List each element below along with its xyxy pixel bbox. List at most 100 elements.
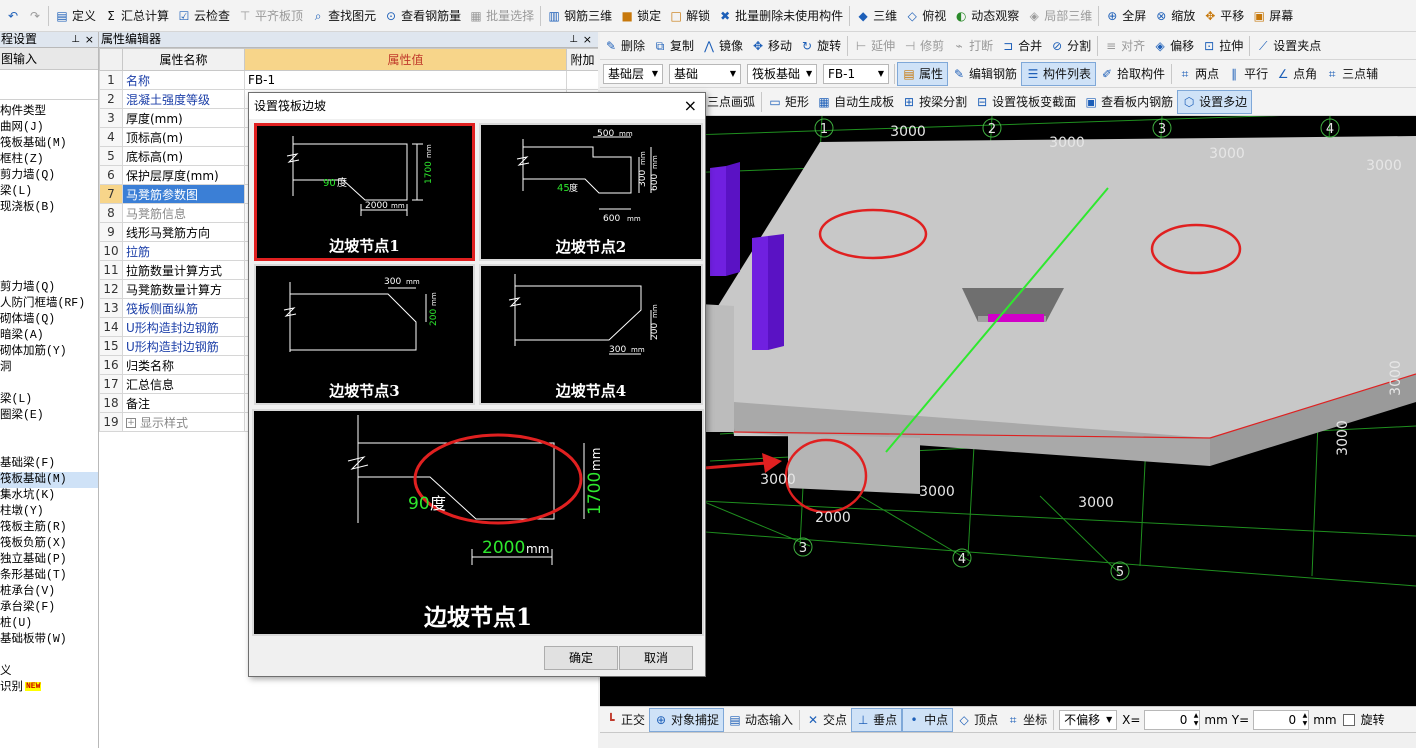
- tree-item[interactable]: 梁(L): [0, 184, 98, 200]
- auto-generate-button[interactable]: ▦ 自动生成板: [813, 90, 898, 114]
- delete-button[interactable]: ✎ 删除: [600, 34, 649, 58]
- tree-item[interactable]: 筏板主筋(R): [0, 520, 98, 536]
- view-rebar-button[interactable]: ⊙ 查看钢筋量: [380, 4, 465, 28]
- tree-item[interactable]: 砌体墙(Q): [0, 312, 98, 328]
- sum-button[interactable]: Σ 汇总计算: [100, 4, 173, 28]
- spinner-icon[interactable]: ▲ ▼: [1303, 712, 1308, 728]
- tree-item[interactable]: 人防门框墙(RF): [0, 296, 98, 312]
- unlock-button[interactable]: □ 解锁: [665, 4, 714, 28]
- tree-item[interactable]: 承台梁(F): [0, 600, 98, 616]
- tree-item[interactable]: 识别 NEW: [0, 680, 98, 696]
- tree-item[interactable]: 义: [0, 664, 98, 680]
- three-point-axis-button[interactable]: ⌗ 三点辅: [1321, 62, 1382, 86]
- define-button[interactable]: ▤ 定义: [51, 4, 100, 28]
- rebar-3d-button[interactable]: ▥ 钢筋三维: [543, 4, 616, 28]
- two-point-button[interactable]: ⌗ 两点: [1174, 62, 1223, 86]
- tree-item[interactable]: 梁(L): [0, 392, 98, 408]
- coordinate-button[interactable]: ⌗ 坐标: [1002, 708, 1051, 732]
- property-value[interactable]: FB-1: [244, 70, 567, 90]
- slope-node-3-thumbnail[interactable]: 300 mm 200 mm 边坡节点3: [254, 264, 475, 405]
- property-row[interactable]: 1 名称 FB-1: [99, 70, 598, 90]
- tree-item[interactable]: 洞: [0, 360, 98, 376]
- pan-button[interactable]: ✥ 平移: [1199, 4, 1248, 28]
- 3d-viewport[interactable]: 1 2 3 4 3 4 5 3000 3000 3000 3000 3000 3…: [600, 116, 1416, 706]
- move-button[interactable]: ✥ 移动: [747, 34, 796, 58]
- pick-component-button[interactable]: ✐ 拾取构件: [1096, 62, 1169, 86]
- tree-item[interactable]: 柱墩(Y): [0, 504, 98, 520]
- dynamic-input-button[interactable]: ▤ 动态输入: [724, 708, 797, 732]
- tree-item[interactable]: 独立基础(P): [0, 552, 98, 568]
- batch-select-button[interactable]: ▦ 批量选择: [465, 4, 538, 28]
- component-list-button[interactable]: ☰ 构件列表: [1021, 61, 1097, 86]
- snap-button[interactable]: ⊕ 对象捕捉: [649, 707, 725, 732]
- spinner-icon[interactable]: ▲ ▼: [1194, 712, 1199, 728]
- set-grip-button[interactable]: ⟋ 设置夹点: [1252, 34, 1325, 58]
- beam-split-button[interactable]: ⊞ 按梁分割: [898, 90, 971, 114]
- stretch-button[interactable]: ⊡ 拉伸: [1198, 34, 1247, 58]
- tree-item[interactable]: 条形基础(T): [0, 568, 98, 584]
- zoom-button[interactable]: ⊗ 缩放: [1150, 4, 1199, 28]
- slope-node-1-thumbnail[interactable]: 90 度 2000 mm 1700 mm 边坡节点1: [254, 123, 475, 261]
- dynamic-view-button[interactable]: ◐ 动态观察: [950, 4, 1023, 28]
- perpendicular-button[interactable]: ⊥ 垂点: [851, 707, 903, 732]
- tree-item[interactable]: 框柱(Z): [0, 152, 98, 168]
- tree-item[interactable]: 桩承台(V): [0, 584, 98, 600]
- tree-item[interactable]: 剪力墙(Q): [0, 280, 98, 296]
- tree-item[interactable]: 曲网(J): [0, 120, 98, 136]
- align-button[interactable]: ≡ 对齐: [1100, 34, 1149, 58]
- tree-item[interactable]: 筏板负筋(X): [0, 536, 98, 552]
- tree-item[interactable]: 集水坑(K): [0, 488, 98, 504]
- trim-button[interactable]: ⊣ 修剪: [899, 34, 948, 58]
- redo-button[interactable]: ↷: [24, 4, 46, 28]
- dropdown-select[interactable]: FB-1 ▼: [823, 63, 889, 84]
- mirror-button[interactable]: ⋀ 镜像: [698, 34, 747, 58]
- intersection-button[interactable]: ✕ 交点: [802, 708, 851, 732]
- extend-button[interactable]: ⊢ 延伸: [850, 34, 899, 58]
- cloud-check-button[interactable]: ☑ 云检查: [173, 4, 234, 28]
- edit-rebar-button[interactable]: ✎ 编辑钢筋: [948, 62, 1021, 86]
- align-top-button[interactable]: ⊤ 平齐板顶: [234, 4, 307, 28]
- copy-button[interactable]: ⧉ 复制: [649, 34, 698, 58]
- tree-item[interactable]: 构件类型: [0, 104, 98, 120]
- find-element-button[interactable]: ⌕ 查找图元: [307, 4, 380, 28]
- set-multi-edge-button[interactable]: ⬡ 设置多边: [1177, 89, 1253, 114]
- lock-button[interactable]: ■ 锁定: [616, 4, 665, 28]
- midpoint-button[interactable]: • 中点: [902, 707, 954, 732]
- tree-item[interactable]: 圈梁(E): [0, 408, 98, 424]
- rotate-checkbox[interactable]: [1342, 713, 1355, 726]
- cancel-button[interactable]: 取消: [619, 646, 693, 670]
- close-icon[interactable]: ×: [684, 93, 697, 119]
- dropdown-select[interactable]: 基础层 ▼: [603, 63, 663, 84]
- tree-item[interactable]: 砌体加筋(Y): [0, 344, 98, 360]
- undo-button[interactable]: ↶: [2, 4, 24, 28]
- drawing-input-tab[interactable]: 图输入: [0, 48, 98, 70]
- vertex-button[interactable]: ◇ 顶点: [953, 708, 1002, 732]
- pin-icon[interactable]: ⊥: [71, 32, 80, 47]
- screen-button[interactable]: ▣ 屏幕: [1248, 4, 1297, 28]
- dropdown-select[interactable]: 筏板基础 ▼: [747, 63, 817, 84]
- break-button[interactable]: ⌁ 打断: [948, 34, 997, 58]
- pin-icon[interactable]: ⊥: [569, 32, 578, 47]
- tree-item[interactable]: 现浇板(B): [0, 200, 98, 216]
- rectangle-button[interactable]: ▭ 矩形: [764, 90, 813, 114]
- close-icon[interactable]: ×: [85, 32, 94, 47]
- dropdown-select[interactable]: 基础 ▼: [669, 63, 741, 84]
- local-3d-button[interactable]: ◈ 局部三维: [1023, 4, 1096, 28]
- tree-item[interactable]: 剪力墙(Q): [0, 168, 98, 184]
- tree-item[interactable]: 筏板基础(M): [0, 472, 98, 488]
- ortho-button[interactable]: ┗ 正交: [600, 708, 649, 732]
- property-button[interactable]: ▤ 属性: [897, 61, 949, 86]
- parallel-button[interactable]: ∥ 平行: [1223, 62, 1272, 86]
- rotate-button[interactable]: ↻ 旋转: [796, 34, 845, 58]
- tree-item[interactable]: 基础梁(F): [0, 456, 98, 472]
- set-section-button[interactable]: ⊟ 设置筏板变截面: [971, 90, 1080, 114]
- offset-button[interactable]: ◈ 偏移: [1149, 34, 1198, 58]
- view-rebar-in-slab-button[interactable]: ▣ 查看板内钢筋: [1080, 90, 1177, 114]
- point-angle-button[interactable]: ∠ 点角: [1272, 62, 1321, 86]
- x-input[interactable]: 0 ▲ ▼: [1144, 709, 1201, 730]
- tree-item[interactable]: 筏板基础(M): [0, 136, 98, 152]
- split-button[interactable]: ⊘ 分割: [1046, 34, 1095, 58]
- tree-item[interactable]: 基础板带(W): [0, 632, 98, 648]
- slope-node-2-thumbnail[interactable]: 500 mm 300 mm 600 mm 45 度 600 mm 边坡节点2: [479, 123, 703, 261]
- top-view-button[interactable]: ◇ 俯视: [901, 4, 950, 28]
